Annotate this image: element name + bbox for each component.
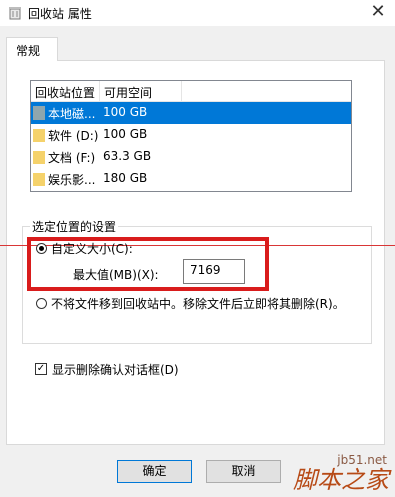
column-divider[interactable] xyxy=(99,81,100,101)
close-icon[interactable]: ✕ xyxy=(361,0,395,26)
list-header: 回收站位置 可用空间 xyxy=(31,81,351,102)
watermark-brand: 脚本之家 xyxy=(293,466,389,494)
free-space: 100 GB xyxy=(103,127,148,141)
list-item[interactable]: 软件 (D:) 100 GB xyxy=(31,124,351,146)
confirm-dialog-checkbox[interactable]: ✓ xyxy=(35,363,47,375)
folder-icon xyxy=(33,173,45,186)
location-name: 文档 (F:) xyxy=(48,151,96,165)
list-item[interactable]: 本地磁... 100 GB xyxy=(31,102,351,124)
location-name: 娱乐影... xyxy=(48,173,96,187)
free-space: 63.3 GB xyxy=(103,149,152,163)
window-title: 回收站 属性 xyxy=(28,7,92,21)
folder-icon xyxy=(33,151,45,164)
location-name: 本地磁... xyxy=(48,107,96,121)
location-name: 软件 (D:) xyxy=(48,129,99,143)
delete-immediately-label: 不将文件移到回收站中。移除文件后立即将其删除(R)。 xyxy=(51,297,345,311)
drive-icon xyxy=(33,106,45,120)
delete-immediately-radio[interactable] xyxy=(36,298,47,309)
list-item[interactable]: 娱乐影... 180 GB xyxy=(31,168,351,190)
column-header-space[interactable]: 可用空间 xyxy=(104,84,152,101)
folder-icon xyxy=(33,129,45,142)
recycle-location-list[interactable]: 回收站位置 可用空间 本地磁... 100 GB 软件 (D:) 100 GB … xyxy=(30,80,352,192)
ok-button[interactable]: 确定 xyxy=(117,460,192,483)
title-bar: 回收站 属性 ✕ xyxy=(0,0,395,26)
tab-general[interactable]: 常规 xyxy=(6,37,58,61)
column-header-location[interactable]: 回收站位置 xyxy=(35,84,95,101)
recycle-bin-icon xyxy=(9,7,21,20)
free-space: 100 GB xyxy=(103,105,148,119)
column-divider[interactable] xyxy=(181,81,182,101)
confirm-dialog-label: 显示删除确认对话框(D) xyxy=(52,363,179,377)
watermark: jb51.net 脚本之家 xyxy=(255,437,395,497)
group-title: 选定位置的设置 xyxy=(30,218,119,235)
annotation-highlight-box xyxy=(27,237,269,291)
free-space: 180 GB xyxy=(103,171,148,185)
list-item[interactable]: 文档 (F:) 63.3 GB xyxy=(31,146,351,168)
